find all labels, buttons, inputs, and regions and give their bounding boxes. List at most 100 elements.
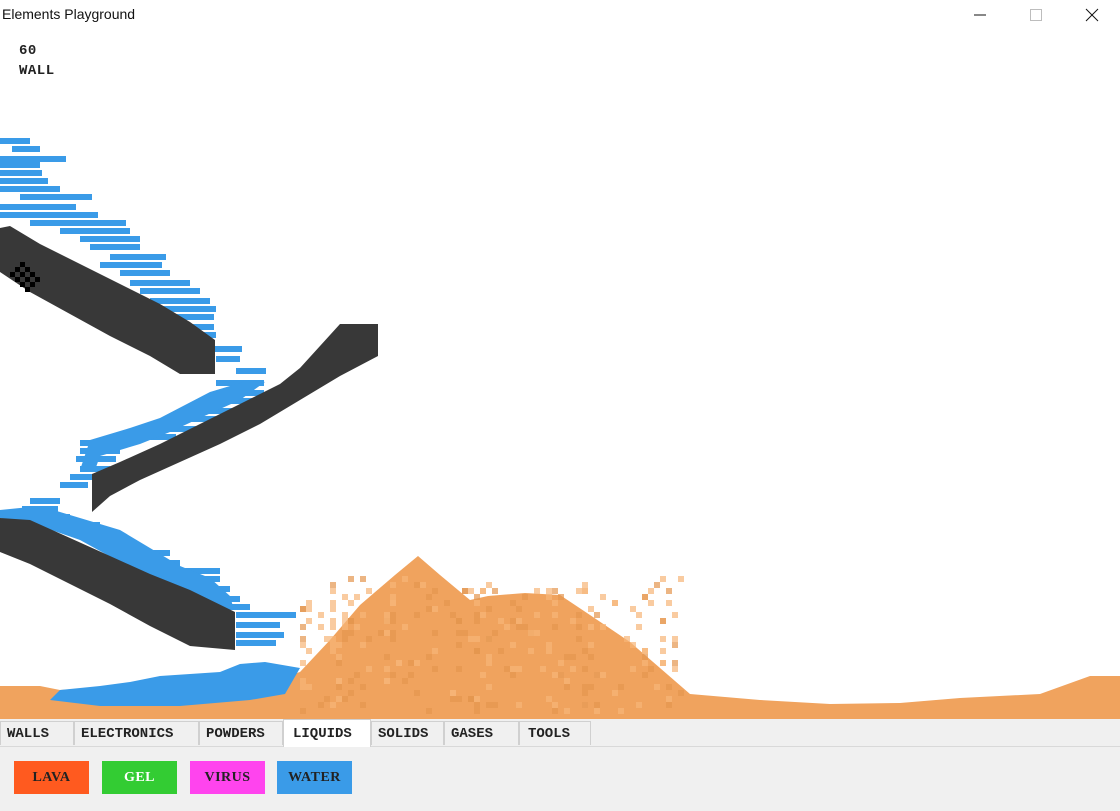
cursor-brush: [35, 277, 40, 282]
sand-grain: [666, 696, 672, 702]
sand-grain: [594, 708, 600, 714]
sand-grain: [468, 696, 474, 702]
element-button-water[interactable]: WATER: [277, 761, 352, 794]
sand-grain: [426, 708, 432, 714]
sand-grain: [330, 648, 336, 654]
sand-grain: [564, 684, 570, 690]
sand-grain: [426, 654, 432, 660]
sand-grain: [534, 588, 540, 594]
sand-grain: [582, 648, 588, 654]
sand-grain: [306, 648, 312, 654]
tab-liquids[interactable]: LIQUIDS: [283, 719, 371, 747]
sand-grain: [480, 672, 486, 678]
sand-grain: [636, 612, 642, 618]
element-button-gel[interactable]: GEL: [102, 761, 177, 794]
window-titlebar: Elements Playground: [0, 0, 1120, 30]
sand-grain: [480, 588, 486, 594]
tab-electronics[interactable]: ELECTRONICS: [74, 721, 199, 745]
sand-grain: [594, 612, 600, 618]
sand-grain: [492, 588, 498, 594]
sand-grain: [624, 636, 630, 642]
water-streak: [216, 356, 240, 362]
close-icon: [1085, 8, 1099, 22]
sand-grain: [342, 618, 348, 624]
sand-grain: [510, 618, 516, 624]
sand-grain: [354, 672, 360, 678]
sand-grain: [366, 666, 372, 672]
tab-powders[interactable]: POWDERS: [199, 721, 283, 745]
tab-gases[interactable]: GASES: [444, 721, 519, 745]
maximize-button[interactable]: [1008, 0, 1064, 30]
water-streak: [12, 146, 40, 152]
tab-solids[interactable]: SOLIDS: [371, 721, 444, 745]
element-button-virus[interactable]: VIRUS: [190, 761, 265, 794]
sand-grain: [432, 588, 438, 594]
tab-tools[interactable]: TOOLS: [519, 721, 591, 745]
sand-grain: [486, 702, 492, 708]
sand-grain: [672, 612, 678, 618]
sand-grain: [552, 588, 558, 594]
sand-grain: [564, 654, 570, 660]
close-button[interactable]: [1064, 0, 1120, 30]
sand-grain: [660, 660, 666, 666]
sand-grain: [342, 624, 348, 630]
sand-grain: [330, 624, 336, 630]
sand-grain: [306, 606, 312, 612]
sand-grain: [366, 588, 372, 594]
tab-walls[interactable]: WALLS: [0, 721, 74, 745]
sand-grain: [426, 594, 432, 600]
water-streak: [80, 236, 140, 242]
water-streak: [0, 138, 30, 144]
sand-grain: [672, 636, 678, 642]
sand-grain: [336, 678, 342, 684]
sand-grain: [570, 618, 576, 624]
sand-grain: [492, 702, 498, 708]
element-button-lava[interactable]: LAVA: [14, 761, 89, 794]
sand-grain: [600, 624, 606, 630]
water-streak: [100, 262, 162, 268]
cursor-brush: [25, 267, 30, 272]
sand-grain: [588, 624, 594, 630]
sand-grain: [546, 588, 552, 594]
sand-grain: [342, 696, 348, 702]
sand-grain: [516, 606, 522, 612]
sand-grain: [540, 666, 546, 672]
sand-grain: [390, 618, 396, 624]
sand-grain: [516, 618, 522, 624]
sand-grain: [342, 612, 348, 618]
sand-grain: [450, 696, 456, 702]
sand-grain: [348, 600, 354, 606]
sand-grain: [672, 666, 678, 672]
wall-ramp-middle: [92, 324, 378, 512]
sand-grain: [342, 630, 348, 636]
water-streak: [0, 212, 98, 218]
cursor-brush: [20, 262, 25, 267]
sand-grain: [498, 648, 504, 654]
sand-grain: [390, 582, 396, 588]
sand-grain: [336, 642, 342, 648]
sand-grain: [564, 708, 570, 714]
sand-grain: [528, 630, 534, 636]
sand-grain: [660, 636, 666, 642]
sand-grain: [666, 600, 672, 606]
sand-grain: [384, 678, 390, 684]
sand-grain: [480, 612, 486, 618]
water-streak: [20, 194, 92, 200]
simulation-canvas[interactable]: [0, 30, 1120, 719]
sand-grain: [546, 648, 552, 654]
sand-grain: [612, 600, 618, 606]
sand-grain: [582, 684, 588, 690]
water-streak: [30, 498, 60, 504]
sand-grain: [402, 678, 408, 684]
sand-grain: [582, 666, 588, 672]
sand-grain: [432, 606, 438, 612]
sand-grain: [396, 660, 402, 666]
sand-grain: [474, 708, 480, 714]
sand-grain: [618, 708, 624, 714]
water-streak: [130, 280, 190, 286]
sand-grain: [612, 690, 618, 696]
sand-grain: [582, 582, 588, 588]
minimize-button[interactable]: [952, 0, 1008, 30]
water-streak: [0, 156, 66, 162]
sand-grain: [330, 642, 336, 648]
